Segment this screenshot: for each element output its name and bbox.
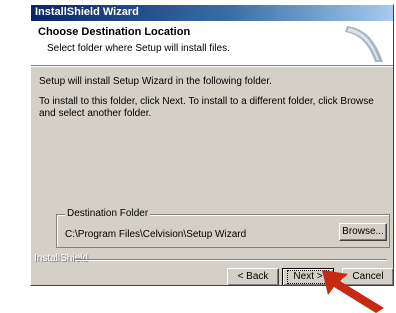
window-title: InstallShield Wizard: [35, 6, 139, 18]
pointer-arrow-icon: [322, 270, 384, 313]
destination-folder-path: C:\Program Files\Celvision\Setup Wizard: [65, 229, 247, 240]
installshield-wizard-window: InstallShield Wizard Choose Destination …: [30, 4, 394, 286]
title-bar[interactable]: InstallShield Wizard: [31, 5, 393, 21]
install-location-text: Setup will install Setup Wizard in the f…: [39, 76, 272, 87]
wizard-header: Choose Destination Location Select folde…: [31, 21, 393, 65]
browse-button-label: Browse...: [342, 226, 384, 237]
back-button[interactable]: < Back: [227, 268, 279, 285]
step-title: Choose Destination Location: [38, 26, 191, 38]
destination-folder-label: Destination Folder: [65, 208, 151, 219]
back-button-label: < Back: [237, 271, 269, 282]
browse-instructions-text: To install to this folder, click Next. T…: [39, 96, 374, 119]
wizard-header-graphic-icon: [345, 26, 383, 62]
footer-divider: [75, 259, 387, 261]
step-subtitle: Select folder where Setup will install f…: [47, 43, 230, 54]
browse-button[interactable]: Browse...: [339, 223, 387, 241]
header-divider-highlight: [31, 66, 393, 67]
